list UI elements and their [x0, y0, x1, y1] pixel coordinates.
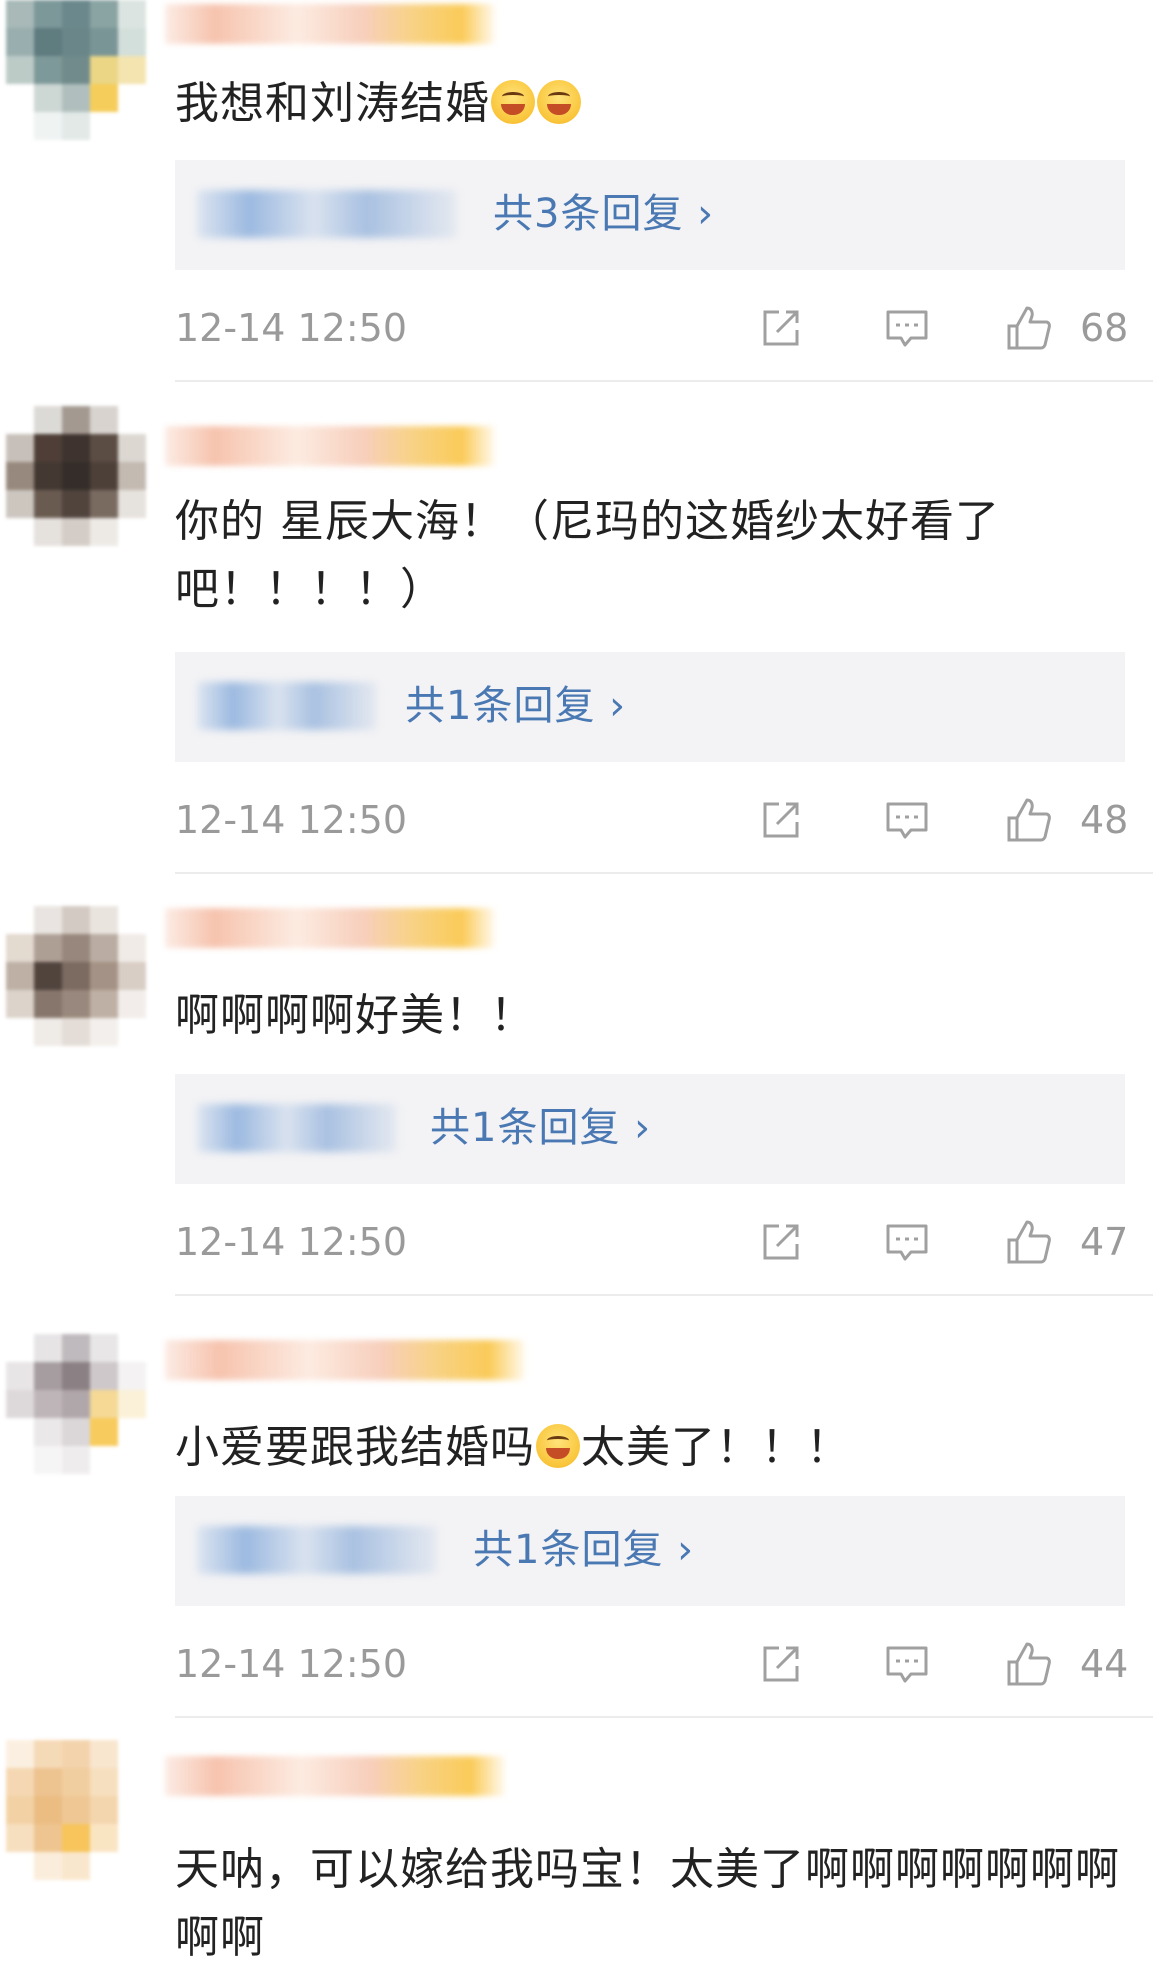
divider [175, 1294, 1153, 1296]
comment-text: 小爱要跟我结婚吗 太美了！！！ [175, 1414, 1125, 1482]
comment-text: 我想和刘涛结婚 [175, 70, 1125, 138]
comment-icon[interactable] [883, 796, 931, 844]
replies-box[interactable]: 共1条回复 › [175, 1074, 1125, 1184]
avatar[interactable] [6, 906, 146, 1046]
like-icon[interactable] [1005, 304, 1053, 352]
view-replies-link[interactable]: 共1条回复 › [430, 1100, 651, 1156]
like-icon[interactable] [1005, 796, 1053, 844]
comment-icon[interactable] [883, 1218, 931, 1266]
username-blurred[interactable] [165, 1756, 505, 1796]
timestamp: 12-14 12:50 [175, 1642, 408, 1686]
username-blurred[interactable] [165, 426, 495, 466]
avatar[interactable] [6, 406, 146, 546]
replier-names-blurred [197, 190, 457, 238]
view-replies-link[interactable]: 共3条回复 › [493, 186, 714, 242]
grinning-face-emoji [537, 80, 581, 124]
like-icon[interactable] [1005, 1218, 1053, 1266]
comment-meta: 12-14 12:50 44 [175, 1634, 1145, 1694]
avatar[interactable] [6, 0, 146, 140]
divider [175, 380, 1153, 382]
view-replies-link[interactable]: 共1条回复 › [473, 1522, 694, 1578]
share-icon[interactable] [757, 796, 805, 844]
share-icon[interactable] [757, 1218, 805, 1266]
like-count: 47 [1080, 1220, 1129, 1264]
avatar[interactable] [6, 1334, 146, 1474]
grinning-face-emoji [491, 80, 535, 124]
divider [175, 872, 1153, 874]
comment-text-part: 我想和刘涛结婚 [175, 78, 490, 129]
timestamp: 12-14 12:50 [175, 798, 408, 842]
kissing-face-emoji [536, 1424, 580, 1468]
avatar[interactable] [6, 1740, 146, 1880]
like-count: 48 [1080, 798, 1129, 842]
like-icon[interactable] [1005, 1640, 1053, 1688]
replies-box[interactable]: 共3条回复 › [175, 160, 1125, 270]
comment-text: 你的 星辰大海！（尼玛的这婚纱太好看了吧！！！！） [175, 496, 1000, 615]
comment-icon[interactable] [883, 1640, 931, 1688]
comment-meta: 12-14 12:50 47 [175, 1212, 1145, 1272]
replier-names-blurred [197, 682, 377, 730]
username-blurred[interactable] [165, 1340, 525, 1380]
replies-box[interactable]: 共1条回复 › [175, 1496, 1125, 1606]
timestamp: 12-14 12:50 [175, 306, 408, 350]
comment-text: 天呐，可以嫁给我吗宝！太美了啊啊啊啊啊啊啊啊啊 [175, 1844, 1120, 1963]
comment-text-part: 小爱要跟我结婚吗 [175, 1422, 535, 1473]
comment-icon[interactable] [883, 304, 931, 352]
username-blurred[interactable] [165, 908, 495, 948]
timestamp: 12-14 12:50 [175, 1220, 408, 1264]
comment-meta: 12-14 12:50 68 [175, 298, 1145, 358]
replier-names-blurred [197, 1526, 437, 1574]
comment-text: 啊啊啊啊好美！！ [175, 990, 535, 1041]
username-blurred[interactable] [165, 4, 495, 44]
comment-meta: 12-14 12:50 48 [175, 790, 1145, 850]
replies-box[interactable]: 共1条回复 › [175, 652, 1125, 762]
like-count: 44 [1080, 1642, 1129, 1686]
share-icon[interactable] [757, 1640, 805, 1688]
replier-names-blurred [197, 1104, 397, 1152]
divider [175, 1716, 1153, 1718]
view-replies-link[interactable]: 共1条回复 › [405, 678, 626, 734]
like-count: 68 [1080, 306, 1129, 350]
comment-text-part: 太美了！！！ [581, 1422, 851, 1473]
share-icon[interactable] [757, 304, 805, 352]
